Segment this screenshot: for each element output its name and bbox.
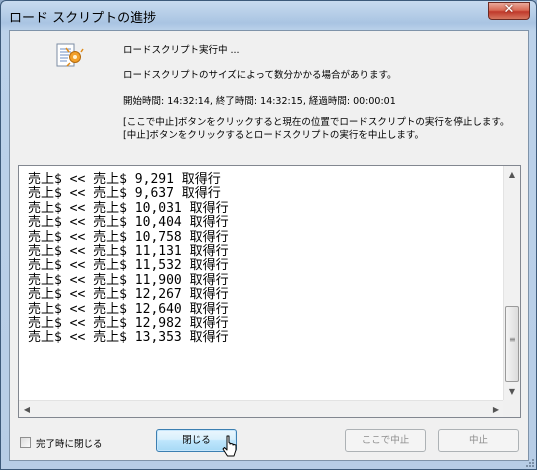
mouse-pointer-icon [222,435,237,457]
log-line: 売上$ << 売上$ 12,640 取得行 [28,301,229,317]
log-line: 売上$ << 売上$ 11,532 取得行 [28,258,229,274]
log-output[interactable]: 売上$ << 売上$ 9,291 取得行 売上$ << 売上$ 9,637 取得… [18,165,521,418]
duration-note: ロードスクリプトのサイズによって数分かかる場合があります。 [123,70,397,81]
horizontal-scrollbar[interactable]: ◀ ▶ [19,400,504,417]
stop-here-button[interactable]: ここで中止 [345,429,426,452]
close-icon: ✕ [503,2,515,17]
time-readout: 開始時間: 14:32:14, 終了時間: 14:32:15, 経過時間: 00… [123,96,396,107]
log-line: 売上$ << 売上$ 9,637 取得行 [28,186,221,202]
scroll-right-arrow-icon[interactable]: ▶ [488,401,504,418]
log-lines: 売上$ << 売上$ 9,291 取得行 売上$ << 売上$ 9,637 取得… [28,172,229,346]
status-text: ロードスクリプト実行中 ... [123,45,240,56]
window-close-button[interactable]: ✕ [488,2,530,20]
dialog-body: ロードスクリプト実行中 ... ロードスクリプトのサイズによって数分かかる場合が… [9,30,529,461]
scrollbar-corner [503,400,520,417]
script-document-icon [56,43,84,67]
log-line: 売上$ << 売上$ 10,404 取得行 [28,215,229,231]
title-bar[interactable]: ロード スクリプトの進捗 ✕ [1,1,536,31]
grip-icon: ≡ [509,335,516,344]
scroll-up-arrow-icon[interactable]: ▲ [504,166,520,183]
scroll-down-arrow-icon[interactable]: ▼ [504,383,520,400]
vertical-scrollbar[interactable]: ▲ ≡ ▼ [503,166,520,400]
close-on-finish-checkbox[interactable] [20,437,31,448]
log-line: 売上$ << 売上$ 10,758 取得行 [28,229,229,245]
scroll-left-arrow-icon[interactable]: ◀ [19,401,35,418]
resize-grip-icon[interactable] [525,458,535,468]
log-line: 売上$ << 売上$ 12,267 取得行 [28,287,229,303]
close-on-finish-label: 完了時に閉じる [36,439,103,450]
help-text: [ここで中止]ボタンをクリックすると現在の位置でロードスクリプトの実行を停止しま… [123,117,510,141]
vertical-scroll-thumb[interactable]: ≡ [505,306,519,382]
progress-dialog: ロード スクリプトの進捗 ✕ ロードスクリプト実行中 ... ロードスクリプトの… [0,0,537,470]
abort-button[interactable]: 中止 [438,429,519,452]
log-line: 売上$ << 売上$ 13,353 取得行 [28,330,229,346]
window-title: ロード スクリプトの進捗 [9,11,157,26]
